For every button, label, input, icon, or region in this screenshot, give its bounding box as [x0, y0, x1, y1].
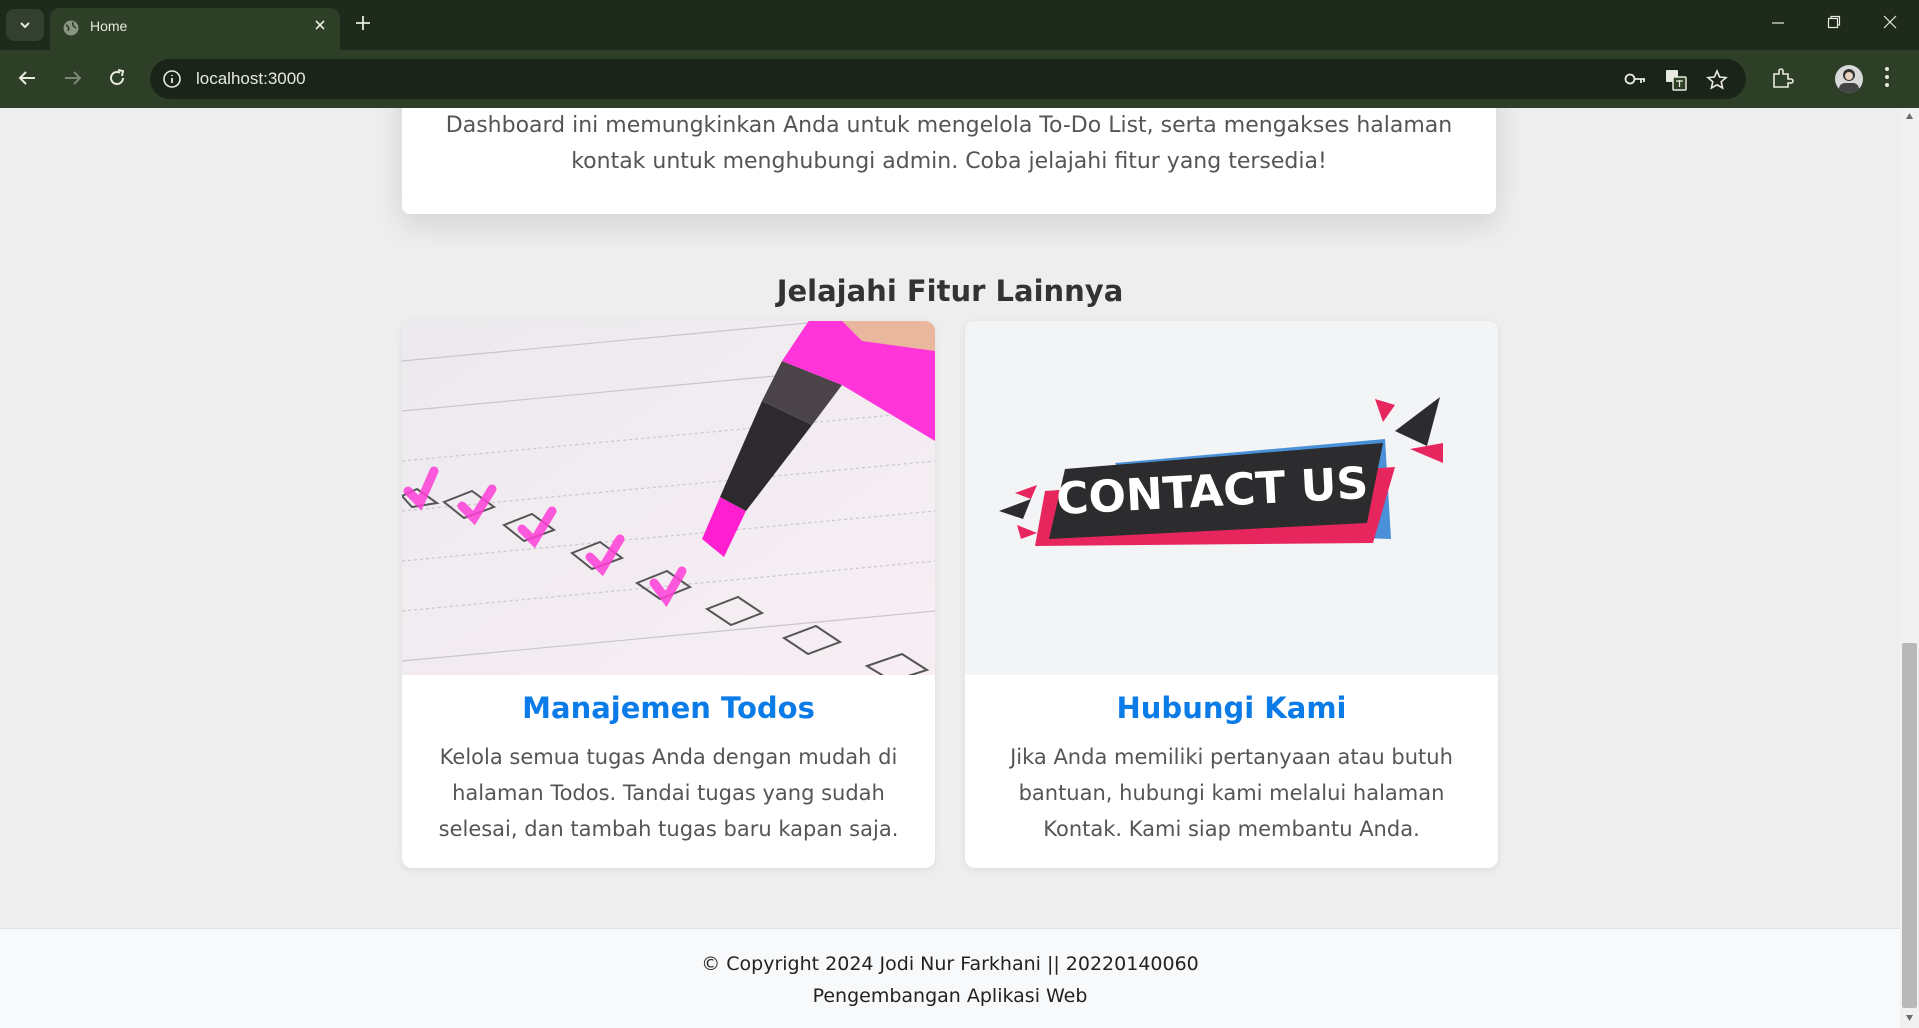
profile-avatar[interactable]: [1835, 65, 1863, 93]
url-text: localhost:3000: [196, 69, 306, 88]
contact-feature-card[interactable]: CONTACT US Hubungi Kami Jika Anda memili…: [965, 321, 1498, 868]
chevron-down-icon: [20, 22, 30, 29]
todos-card-title[interactable]: Manajemen Todos: [402, 691, 935, 725]
page-footer: © Copyright 2024 Jodi Nur Farkhani || 20…: [0, 928, 1900, 1028]
browser-toolbar: localhost:3000: [0, 50, 1919, 108]
contact-card-title[interactable]: Hubungi Kami: [965, 691, 1498, 725]
page-scrollbar[interactable]: [1900, 108, 1919, 1028]
checklist-highlighter-image: [402, 321, 935, 683]
contact-card-description: Jika Anda memiliki pertanyaan atau butuh…: [1010, 745, 1453, 841]
browser-tab-bar: Home: [0, 0, 1919, 50]
tab-title: Home: [90, 18, 128, 34]
todos-card-description: Kelola semua tugas Anda dengan mudah di …: [438, 745, 899, 841]
new-tab-icon[interactable]: [354, 14, 372, 32]
scrollbar-thumb[interactable]: [1902, 643, 1917, 1008]
site-info-icon[interactable]: [162, 69, 182, 89]
footer-subtitle: Pengembangan Aplikasi Web: [812, 985, 1088, 1007]
intro-card: Dashboard ini memungkinkan Anda untuk me…: [402, 108, 1496, 214]
page-viewport: Dashboard ini memungkinkan Anda untuk me…: [0, 108, 1900, 1028]
forward-icon[interactable]: [62, 67, 84, 89]
menu-dots-icon[interactable]: [1884, 66, 1890, 88]
scroll-down-arrow-icon[interactable]: [1905, 1014, 1914, 1022]
browser-tab[interactable]: Home: [50, 8, 340, 50]
window-close-icon[interactable]: [1882, 14, 1898, 30]
footer-copyright: © Copyright 2024 Jodi Nur Farkhani || 20…: [701, 953, 1199, 975]
tab-close-icon[interactable]: [312, 17, 328, 33]
tab-search-button[interactable]: [6, 9, 44, 41]
profile-avatar-icon: [1839, 69, 1859, 93]
restore-icon[interactable]: [1826, 14, 1842, 30]
back-icon[interactable]: [16, 67, 38, 89]
minimize-icon[interactable]: [1770, 14, 1786, 30]
address-bar[interactable]: localhost:3000: [150, 59, 1746, 99]
reload-icon[interactable]: [106, 67, 128, 89]
globe-icon: [63, 20, 79, 36]
todos-feature-card[interactable]: Manajemen Todos Kelola semua tugas Anda …: [402, 321, 935, 868]
features-section-title: Jelajahi Fitur Lainnya: [776, 274, 1124, 308]
intro-text: Dashboard ini memungkinkan Anda untuk me…: [445, 113, 1453, 174]
translate-icon[interactable]: [1665, 69, 1687, 91]
extensions-icon[interactable]: [1770, 66, 1794, 90]
contact-us-image: CONTACT US: [965, 321, 1498, 675]
bookmark-star-icon[interactable]: [1706, 69, 1728, 91]
password-key-icon[interactable]: [1624, 69, 1648, 89]
scroll-up-arrow-icon[interactable]: [1905, 112, 1914, 120]
